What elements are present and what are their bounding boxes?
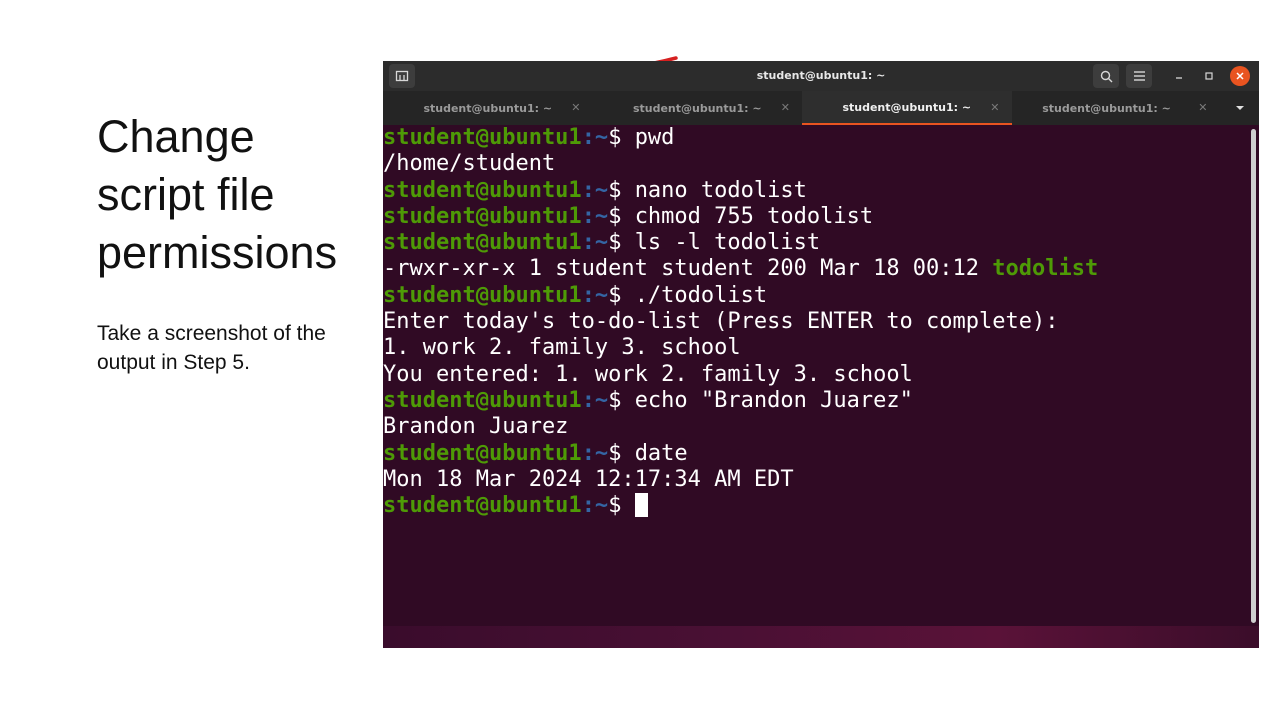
command-text: echo "Brandon Juarez" (634, 387, 913, 413)
tab-1[interactable]: student@ubuntu1: ~ ✕ (383, 91, 593, 125)
tab-close-icon[interactable]: ✕ (781, 101, 790, 114)
command-text: nano todolist (634, 177, 807, 203)
new-tab-button[interactable] (389, 64, 415, 88)
output-text: 1. work 2. family 3. school (383, 335, 741, 361)
prompt-user: student@ubuntu1 (383, 230, 582, 256)
desktop-background-strip (383, 626, 1259, 648)
prompt-user: student@ubuntu1 (383, 440, 582, 466)
command-text: ./todolist (634, 282, 768, 308)
prompt-symbol: $ (608, 177, 635, 203)
command-text: ls -l todolist (634, 230, 821, 256)
prompt-user: student@ubuntu1 (383, 387, 582, 413)
tab-close-icon[interactable]: ✕ (990, 101, 999, 114)
prompt-path: :~ (581, 440, 609, 466)
terminal-line: Enter today's to-do-list (Press ENTER to… (383, 309, 1251, 335)
prompt-user: student@ubuntu1 (383, 282, 582, 308)
output-text: You entered: 1. work 2. family 3. school (383, 361, 913, 387)
title-bar[interactable]: student@ubuntu1: ~ (383, 61, 1259, 91)
terminal-line: student@ubuntu1:~$ echo "Brandon Juarez" (383, 388, 1251, 414)
prompt-path: :~ (581, 125, 609, 150)
terminal-line: student@ubuntu1:~$ nano todolist (383, 178, 1251, 204)
terminal-line: student@ubuntu1:~$ pwd (383, 125, 1251, 151)
tab-close-icon[interactable]: ✕ (1198, 101, 1207, 114)
terminal-line: student@ubuntu1:~$ ls -l todolist (383, 230, 1251, 256)
prompt-user: student@ubuntu1 (383, 493, 582, 519)
tab-4[interactable]: student@ubuntu1: ~ ✕ (1012, 91, 1207, 125)
new-tab-icon (395, 70, 409, 82)
prompt-path: :~ (581, 203, 609, 229)
prompt-user: student@ubuntu1 (383, 177, 582, 203)
terminal-line: /home/student (383, 151, 1251, 177)
search-button[interactable] (1093, 64, 1119, 88)
output-text: Brandon Juarez (383, 414, 569, 440)
prompt-path: :~ (581, 387, 609, 413)
prompt-symbol: $ (608, 440, 635, 466)
search-icon (1100, 70, 1112, 82)
command-text: chmod 755 todolist (634, 203, 874, 229)
slide-title: Change script file permissions (97, 111, 338, 278)
prompt-path: :~ (581, 493, 609, 519)
minimize-button[interactable] (1169, 66, 1189, 86)
terminal-line: -rwxr-xr-x 1 student student 200 Mar 18 … (383, 256, 1251, 282)
chevron-down-icon (1236, 106, 1244, 110)
terminal-line: student@ubuntu1:~$ ./todolist (383, 283, 1251, 309)
terminal-line: 1. work 2. family 3. school (383, 335, 1251, 361)
command-text: pwd (634, 125, 675, 150)
tab-label: student@ubuntu1: ~ (842, 100, 972, 114)
output-text: Mon 18 Mar 2024 12:17:34 AM EDT (383, 466, 794, 492)
tab-close-icon[interactable]: ✕ (571, 101, 580, 114)
text-cursor (634, 493, 648, 518)
prompt-symbol: $ (608, 493, 635, 519)
tab-label: student@ubuntu1: ~ (1042, 101, 1171, 115)
terminal-line: Mon 18 Mar 2024 12:17:34 AM EDT (383, 467, 1251, 493)
output-text: Enter today's to-do-list (Press ENTER to… (383, 309, 1059, 335)
prompt-symbol: $ (608, 230, 635, 256)
terminal-line: Brandon Juarez (383, 414, 1251, 440)
prompt-path: :~ (581, 282, 609, 308)
terminal-window: student@ubuntu1: ~ student@ubuntu1: ~ ✕ … (383, 61, 1259, 648)
maximize-button[interactable] (1199, 66, 1219, 86)
tab-label: student@ubuntu1: ~ (632, 101, 762, 115)
prompt-path: :~ (581, 177, 609, 203)
tab-2[interactable]: student@ubuntu1: ~ ✕ (593, 91, 803, 125)
prompt-user: student@ubuntu1 (383, 203, 582, 229)
prompt-symbol: $ (608, 125, 635, 150)
terminal-line: You entered: 1. work 2. family 3. school (383, 362, 1251, 388)
menu-button[interactable] (1126, 64, 1152, 88)
tab-bar: student@ubuntu1: ~ ✕ student@ubuntu1: ~ … (383, 91, 1259, 125)
prompt-path: :~ (581, 230, 609, 256)
command-text: date (634, 440, 688, 466)
terminal-line: student@ubuntu1:~$ date (383, 441, 1251, 467)
output-text: -rwxr-xr-x 1 student student 200 Mar 18 … (383, 256, 993, 282)
tab-label: student@ubuntu1: ~ (423, 101, 553, 115)
terminal-line: student@ubuntu1:~$ chmod 755 todolist (383, 204, 1251, 230)
scrollbar[interactable] (1251, 129, 1256, 623)
tab-3-active[interactable]: student@ubuntu1: ~ ✕ (802, 91, 1012, 125)
prompt-symbol: $ (608, 203, 635, 229)
prompt-symbol: $ (608, 282, 635, 308)
maximize-icon (1205, 72, 1213, 80)
close-button[interactable] (1230, 66, 1250, 86)
hamburger-menu-icon (1133, 71, 1145, 81)
executable-filename: todolist (992, 256, 1099, 282)
slide-instruction: Take a screenshot of the output in Step … (97, 322, 326, 374)
tabs-dropdown-button[interactable] (1221, 91, 1259, 125)
output-text: /home/student (383, 151, 556, 177)
minimize-icon (1176, 77, 1182, 79)
terminal-line: student@ubuntu1:~$ (383, 493, 1251, 519)
prompt-symbol: $ (608, 387, 635, 413)
prompt-user: student@ubuntu1 (383, 125, 582, 150)
close-icon (1236, 72, 1244, 80)
terminal-output[interactable]: student@ubuntu1:~$ pwd/home/student stude… (383, 125, 1251, 627)
